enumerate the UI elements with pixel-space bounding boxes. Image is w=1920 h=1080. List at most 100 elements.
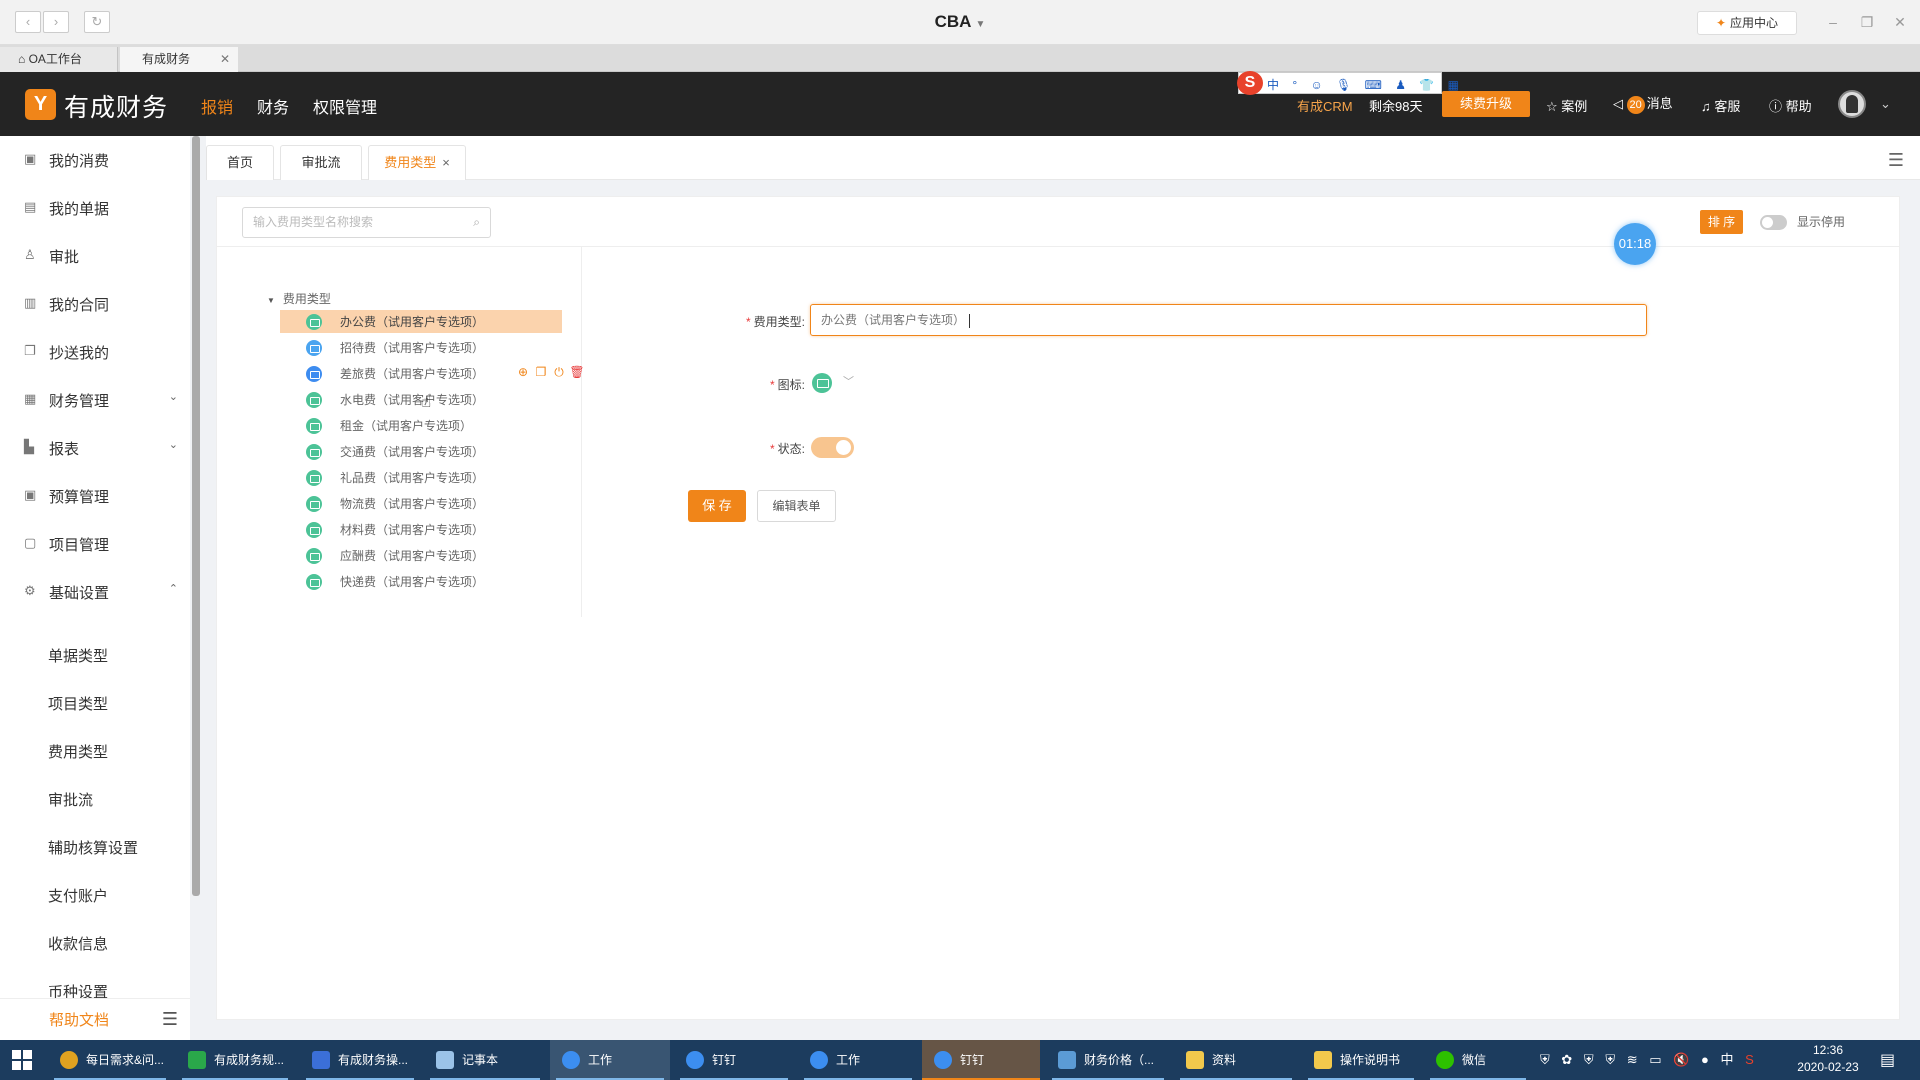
caret-down-icon[interactable]: ▼ [267,296,275,305]
ime-toolbar[interactable]: S 中 ° ☺ 🎙 ⌨ ♟ 👕 ▦ [1237,71,1459,95]
sidebar-item-finance-management[interactable]: ▦ 财务管理 ⌄ [0,376,190,424]
wechat-tray-icon[interactable]: ● [1701,1052,1713,1067]
browser-tab-finance[interactable]: 有成财务 ✕ [120,47,238,72]
sidebar-sub-payment-accounts[interactable]: 支付账户 [48,885,108,906]
app-center-button[interactable]: ✦ 应用中心 [1697,11,1797,35]
volume-mute-icon[interactable]: 🔇 [1673,1052,1693,1067]
taskbar-item-notepad[interactable]: 记事本 [424,1040,546,1080]
sidebar-item-budget[interactable]: ▣ 预算管理 [0,472,190,520]
avatar[interactable] [1838,90,1866,118]
search-icon[interactable]: ⌕ [473,208,480,237]
sidebar-sub-receipt-info[interactable]: 收款信息 [48,933,108,954]
tree-item[interactable]: 招待费（试用客户专选项） [280,336,562,359]
tab-home[interactable]: 首页 [206,145,274,180]
app-tray-icon[interactable]: ⛨ [1584,1052,1598,1067]
tree-root[interactable]: ▼ 费用类型 [267,290,331,307]
sidebar-sub-approval-flow[interactable]: 审批流 [48,789,93,810]
timer-badge[interactable]: 01:18 [1614,223,1656,265]
help-doc-link[interactable]: 帮助文档 [49,1009,109,1030]
battery-icon[interactable]: ▭ [1649,1052,1665,1067]
tab-fee-types[interactable]: 费用类型 × [368,145,466,180]
forward-icon[interactable]: › [43,11,69,33]
tree-item[interactable]: 办公费（试用客户专选项） [280,310,562,333]
close-icon[interactable]: ✕ [1890,12,1910,32]
refresh-icon[interactable]: ↻ [84,11,110,33]
sidebar-sub-project-types[interactable]: 项目类型 [48,693,108,714]
collapse-menu-icon[interactable]: ☰ [162,1009,178,1030]
case-link[interactable]: ☆ 案例 [1546,96,1587,115]
tree-item[interactable]: 应酬费（试用客户专选项） [280,544,562,567]
upgrade-button[interactable]: 续费升级 [1442,91,1530,117]
ime-indicator[interactable]: 中 [1720,1052,1737,1067]
taskbar-item-finance-price[interactable]: 财务价格（... [1046,1040,1170,1080]
browser-tab-oa[interactable]: ⌂ OA工作台 [0,47,118,72]
tree-item[interactable]: 交通费（试用客户专选项） [280,440,562,463]
sidebar-item-my-contracts[interactable]: ▥ 我的合同 [0,280,190,328]
search-input[interactable]: 输入费用类型名称搜索 ⌕ [242,207,491,238]
sidebar-item-basic-settings[interactable]: ⚙ 基础设置 ⌃ [0,568,190,616]
sidebar-item-my-documents[interactable]: ▤ 我的单据 [0,184,190,232]
show-disabled-toggle[interactable] [1760,215,1787,230]
taskbar-item-work-2[interactable]: 工作 [798,1040,918,1080]
power-icon[interactable]: ⏻ [550,365,568,380]
chevron-down-icon[interactable]: ﹀ [843,373,854,389]
notification-icon[interactable]: ▤ [1880,1050,1895,1070]
close-tab-icon[interactable]: ✕ [220,47,230,72]
tree-item[interactable]: 差旅费（试用客户专选项） ⊕ ❐ ⏻ 🗑 [280,362,585,385]
minimize-icon[interactable]: – [1823,12,1843,32]
taskbar-item-manual[interactable]: 操作说明书 [1302,1040,1420,1080]
taskbar-item-docs[interactable]: 资料 [1174,1040,1298,1080]
taskbar-item-sheet[interactable]: 有成财务规... [176,1040,294,1080]
restore-icon[interactable]: ❐ [1857,12,1877,32]
taskbar-item-dingtalk-2[interactable]: 钉钉 [922,1040,1040,1080]
help-link[interactable]: ⓘ 帮助 [1769,96,1812,115]
menu-icon[interactable]: ☰ [1888,150,1904,171]
taskbar-item-wechat[interactable]: 微信 [1424,1040,1532,1080]
sidebar-item-approval[interactable]: ♙ 审批 [0,232,190,280]
edit-form-button[interactable]: 编辑表单 [757,490,836,522]
nav-permissions[interactable]: 权限管理 [313,94,377,118]
nav-finance[interactable]: 财务 [257,94,289,118]
sidebar-sub-document-types[interactable]: 单据类型 [48,645,108,666]
service-link[interactable]: ♫ 客服 [1701,96,1740,115]
sogou-tray-icon[interactable]: S [1745,1052,1758,1067]
back-icon[interactable]: ‹ [15,11,41,33]
sort-button[interactable]: 排 序 [1700,210,1743,234]
tree-item[interactable]: 材料费（试用客户专选项） [280,518,562,541]
ime-tools[interactable]: 中 ° ☺ 🎙 ⌨ ♟ 👕 ▦ [1267,76,1464,93]
tree-item[interactable]: 物流费（试用客户专选项） [280,492,562,515]
tree-item[interactable]: 租金（试用客户专选项） [280,414,562,437]
crm-link[interactable]: 有成CRM [1297,96,1353,115]
delete-icon[interactable]: 🗑 [568,365,586,379]
save-button[interactable]: 保 存 [688,490,746,522]
windows-start-icon[interactable] [12,1050,32,1070]
wifi-icon[interactable]: ≋ [1627,1052,1642,1067]
taskbar-item-word[interactable]: 有成财务操... [300,1040,420,1080]
sidebar-sub-fee-types[interactable]: 费用类型 [48,741,108,762]
app-tray-icon[interactable]: ⛨ [1605,1052,1619,1067]
chevron-down-icon[interactable]: ⌄ [1880,96,1891,112]
sidebar-item-my-consumption[interactable]: ▣ 我的消费 [0,136,190,184]
add-icon[interactable]: ⊕ [514,365,532,379]
messages-link[interactable]: ◁ 20 消息 [1613,93,1673,114]
clock[interactable]: 12:36 2020-02-23 [1793,1042,1863,1076]
app-tray-icon[interactable]: ✿ [1561,1052,1576,1067]
nav-reimbursement[interactable]: 报销 [201,94,233,118]
shield-icon[interactable]: ⛨ [1540,1052,1554,1067]
sidebar-item-reports[interactable]: ▙ 报表 ⌄ [0,424,190,472]
sidebar-item-projects[interactable]: ▢ 项目管理 [0,520,190,568]
sidebar-sub-aux-accounting[interactable]: 辅助核算设置 [48,837,138,858]
tree-item[interactable]: 快递费（试用客户专选项） [280,570,562,593]
tree-item[interactable]: 礼品费（试用客户专选项） [280,466,562,489]
fee-icon-picker[interactable] [812,373,832,393]
tab-approval-flow[interactable]: 审批流 [280,145,362,180]
sogou-icon[interactable]: S [1237,71,1263,95]
fee-type-input[interactable]: 办公费（试用客户专选项） [810,304,1647,336]
copy-icon[interactable]: ❐ [532,365,550,379]
taskbar-item-chrome[interactable]: 每日需求&问... [48,1040,172,1080]
sidebar-item-cc-me[interactable]: ❐ 抄送我的 [0,328,190,376]
close-tab-icon[interactable]: × [442,155,450,170]
sidebar-scrollbar[interactable] [192,136,200,896]
taskbar-item-dingtalk-1[interactable]: 钉钉 [674,1040,794,1080]
taskbar-item-work-1[interactable]: 工作 [550,1040,670,1080]
